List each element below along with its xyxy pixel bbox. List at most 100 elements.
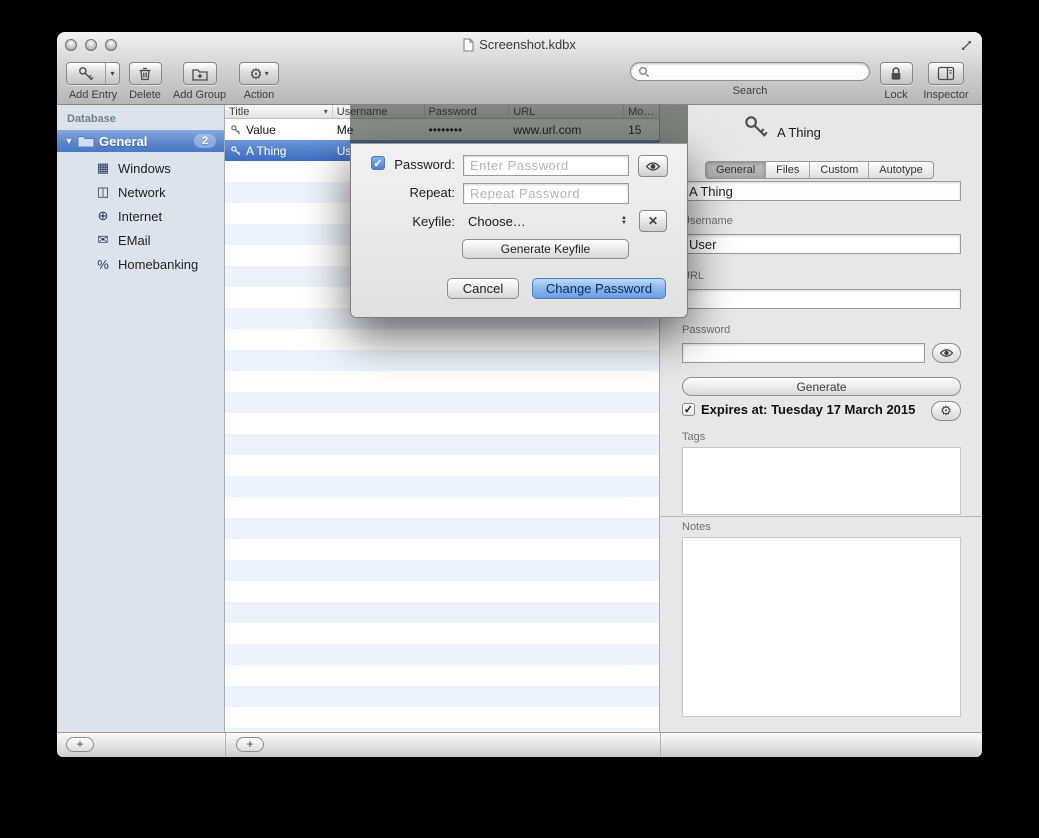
close-icon: ✕ [648, 214, 658, 228]
tags-label: Tags [682, 431, 705, 443]
inspector-label: Inspector [923, 89, 968, 101]
gear-icon: ⚙ [249, 65, 262, 83]
check-icon: ✓ [373, 157, 382, 170]
divider [660, 733, 661, 757]
sidebar-item-windows[interactable]: ▦ Windows [57, 156, 224, 180]
add-group-plus-button[interactable]: + [66, 737, 94, 752]
sidebar-item-internet[interactable]: ⊕ Internet [57, 204, 224, 228]
disclosure-triangle-icon[interactable]: ▼ [61, 136, 77, 146]
inspector-panel: A Thing General Files Custom Autotype Us… [660, 105, 982, 732]
notes-field[interactable] [682, 537, 961, 717]
add-entry-plus-button[interactable]: + [236, 737, 264, 752]
key-icon [67, 63, 105, 84]
entry-title: A Thing [246, 144, 286, 158]
lock-icon [888, 65, 904, 82]
bottom-bar: + + [57, 732, 982, 757]
change-password-button[interactable]: Change Password [532, 278, 666, 299]
sidebar-item-label: EMail [118, 233, 151, 248]
column-header-title[interactable]: Title ▾ [225, 105, 333, 118]
eye-icon [645, 161, 661, 172]
delete-button[interactable] [129, 62, 162, 85]
eye-icon [939, 348, 954, 358]
tab-files[interactable]: Files [766, 162, 810, 178]
cancel-button[interactable]: Cancel [447, 278, 519, 299]
sidebar-group-label: General [99, 134, 147, 149]
expires-checkbox[interactable]: ✓ [682, 403, 695, 416]
tags-field[interactable] [682, 447, 961, 515]
new-password-input[interactable] [463, 155, 629, 176]
network-icon: ◫ [95, 184, 111, 200]
entry-key-icon [742, 113, 770, 141]
lock-button[interactable] [880, 62, 913, 85]
add-entry-button[interactable]: ▾ [66, 62, 120, 85]
stepper-icon: ▲ ▼ [621, 216, 629, 226]
add-group-label: Add Group [173, 89, 226, 101]
generate-keyfile-button[interactable]: Generate Keyfile [462, 239, 629, 259]
fullscreen-icon[interactable] [959, 38, 974, 53]
sheet-repeat-label: Repeat: [371, 185, 455, 200]
repeat-password-input[interactable] [463, 183, 629, 204]
window-chrome: Screenshot.kdbx ▾ Add Entry [57, 32, 982, 105]
sidebar-item-network[interactable]: ◫ Network [57, 180, 224, 204]
sidebar-item-homebanking[interactable]: % Homebanking [57, 252, 224, 276]
action-dropdown-icon: ▾ [265, 69, 269, 78]
add-entry-dropdown-icon[interactable]: ▾ [105, 63, 119, 84]
sidebar-item-label: Network [118, 185, 166, 200]
sidebar-group-general[interactable]: ▼ General 2 [57, 130, 224, 152]
search-field[interactable] [630, 62, 870, 81]
windows-icon: ▦ [95, 160, 111, 176]
add-group-button[interactable] [183, 62, 217, 85]
action-button[interactable]: ⚙ ▾ [239, 62, 279, 85]
inspector-entry-title: A Thing [777, 125, 821, 140]
sidebar: Database ▼ General 2 ▦ Windows ◫ Network [57, 105, 225, 732]
email-icon: ✉ [95, 232, 111, 248]
expires-options-button[interactable]: ⚙ [931, 401, 961, 421]
key-icon [230, 124, 242, 136]
title-field[interactable] [682, 181, 961, 201]
document-proxy-icon[interactable] [463, 38, 474, 52]
clear-keyfile-button[interactable]: ✕ [639, 210, 667, 232]
inspector-button[interactable] [928, 62, 964, 85]
username-field[interactable] [682, 234, 961, 254]
url-field[interactable] [682, 289, 961, 309]
section-divider [660, 516, 982, 517]
search-input[interactable] [654, 65, 862, 79]
homebanking-icon: % [95, 257, 111, 272]
username-label: Username [682, 215, 733, 227]
sidebar-item-label: Homebanking [118, 257, 198, 272]
password-label: Password [682, 324, 730, 336]
generate-password-button[interactable]: Generate [682, 377, 961, 396]
inspector-panel-icon [937, 66, 955, 81]
password-checkbox[interactable]: ✓ [371, 156, 385, 170]
sidebar-item-email[interactable]: ✉ EMail [57, 228, 224, 252]
sidebar-item-label: Windows [118, 161, 171, 176]
window-title: Screenshot.kdbx [479, 37, 576, 52]
sidebar-section-header: Database [67, 113, 116, 125]
action-label: Action [244, 89, 275, 101]
trash-icon [137, 65, 153, 82]
sheet-reveal-password-button[interactable] [638, 155, 668, 177]
toolbar: ▾ Add Entry Delete [57, 58, 982, 105]
entry-title: Value [246, 123, 276, 137]
tab-custom[interactable]: Custom [810, 162, 869, 178]
change-password-sheet: ✓ Password: Repeat: Keyfile: Choose… ▲ ▼… [350, 143, 688, 318]
divider [225, 733, 226, 757]
group-count-badge: 2 [194, 134, 216, 148]
delete-label: Delete [129, 89, 161, 101]
sheet-password-label: Password: [389, 157, 455, 172]
sort-arrow-icon: ▾ [324, 105, 328, 118]
sheet-shadow-overlay [350, 105, 688, 143]
folder-icon [77, 134, 95, 148]
add-entry-label: Add Entry [69, 89, 117, 101]
internet-icon: ⊕ [95, 208, 111, 224]
reveal-password-button[interactable] [932, 343, 961, 363]
password-field[interactable] [682, 343, 925, 363]
keyfile-popup[interactable]: Choose… ▲ ▼ [463, 210, 629, 232]
titlebar[interactable]: Screenshot.kdbx [57, 32, 982, 58]
search-icon [638, 66, 650, 78]
notes-label: Notes [682, 521, 711, 533]
tab-general[interactable]: General [706, 162, 766, 178]
sheet-keyfile-label: Keyfile: [371, 214, 455, 229]
tab-autotype[interactable]: Autotype [869, 162, 932, 178]
key-icon [230, 145, 242, 157]
